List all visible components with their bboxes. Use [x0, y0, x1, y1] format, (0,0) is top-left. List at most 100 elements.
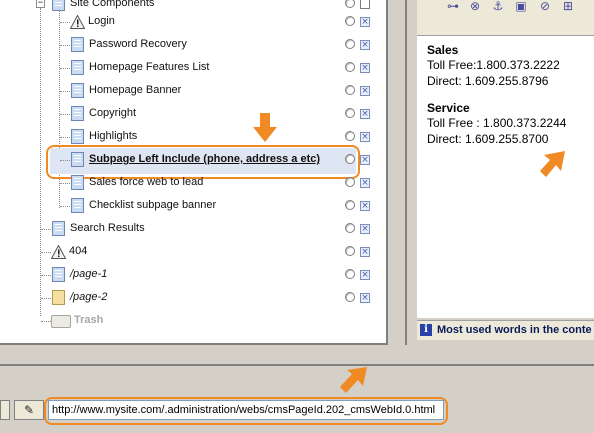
trash-icon — [51, 315, 71, 328]
anchor-icon[interactable]: ⚓ — [490, 0, 506, 12]
page-icon — [52, 267, 65, 282]
sales-toll-free: Toll Free:1.800.373.2222 — [427, 58, 560, 72]
tree-branch-line — [60, 114, 70, 115]
tree-branch-line — [41, 321, 51, 322]
delete-icon[interactable]: × — [360, 17, 370, 27]
tree-row-homepage-features-list[interactable]: Homepage Features List × — [0, 57, 386, 79]
tree-label: Login — [88, 15, 115, 27]
tree-label: Copyright — [89, 107, 137, 119]
delete-icon[interactable]: × — [360, 201, 370, 211]
delete-icon[interactable]: × — [360, 63, 370, 73]
tree-row-sales-force[interactable]: Sales force web to lead × — [0, 172, 386, 194]
tree-row-homepage-banner[interactable]: Homepage Banner × — [0, 80, 386, 102]
preview-status-bar: i Most used words in the conte — [417, 320, 594, 340]
page-icon — [71, 83, 84, 98]
tree-row-password-recovery[interactable]: Password Recovery × — [0, 34, 386, 56]
tree-row-search-results[interactable]: Search Results × — [0, 218, 386, 240]
tree-label: Password Recovery — [89, 38, 187, 50]
edit-url-icon[interactable]: ✎ — [14, 400, 44, 420]
publish-radio[interactable] — [345, 0, 355, 8]
tree-row-copyright[interactable]: Copyright × — [0, 103, 386, 125]
delete-icon[interactable]: × — [360, 247, 370, 257]
link-icon[interactable]: ⊶ — [445, 0, 461, 12]
tree-branch-line — [60, 68, 70, 69]
publish-radio[interactable] — [345, 200, 355, 210]
select-checkbox[interactable] — [360, 0, 370, 9]
tree-row-trash[interactable]: Trash — [0, 310, 386, 332]
publish-radio[interactable] — [345, 177, 355, 187]
tree-label: /page-2 — [70, 291, 108, 303]
sales-direct: Direct: 1.609.255.8796 — [427, 74, 549, 88]
tree-branch-line — [41, 229, 51, 230]
info-icon: i — [420, 324, 432, 336]
table-icon[interactable]: ⊞ — [560, 0, 576, 12]
tree-row-login[interactable]: Login × — [0, 11, 386, 33]
delete-icon[interactable]: × — [360, 224, 370, 234]
publish-radio[interactable] — [345, 223, 355, 233]
tree-branch-line — [41, 252, 51, 253]
flash-icon[interactable]: ⊘ — [537, 0, 553, 12]
tree-label: 404 — [69, 245, 88, 257]
tree-branch-line — [41, 275, 51, 276]
tree-branch-line — [41, 298, 51, 299]
bottom-bar: ✎ http://www.mysite.com/.administration/… — [0, 366, 594, 433]
tree-row-page-1[interactable]: /page-1 × — [0, 264, 386, 286]
delete-icon[interactable]: × — [360, 270, 370, 280]
tree-row-page-2[interactable]: /page-2 × — [0, 287, 386, 309]
page-icon — [71, 175, 84, 190]
delete-icon[interactable]: × — [360, 40, 370, 50]
toolbar-button[interactable] — [0, 400, 10, 420]
page-icon — [71, 106, 84, 121]
tree-branch-line — [60, 45, 70, 46]
service-toll-free: Toll Free : 1.800.373.2244 — [427, 116, 567, 130]
delete-icon[interactable]: × — [360, 109, 370, 119]
tree-label: Checklist subpage banner — [89, 199, 217, 211]
warning-icon — [51, 245, 66, 259]
tree-branch-line — [60, 183, 70, 184]
tree-row-checklist-subpage-banner[interactable]: Checklist subpage banner × — [0, 195, 386, 217]
page-icon — [52, 0, 65, 11]
service-heading: Service — [427, 101, 470, 115]
delete-icon[interactable]: × — [360, 178, 370, 188]
pointer-arrow-icon — [253, 113, 277, 142]
page-icon — [52, 221, 65, 236]
tree-label: Homepage Features List — [89, 61, 210, 73]
publish-radio[interactable] — [345, 62, 355, 72]
pointer-arrow-icon — [540, 151, 565, 177]
publish-radio[interactable] — [345, 292, 355, 302]
delete-icon[interactable]: × — [360, 86, 370, 96]
highlight-outline — [44, 397, 448, 425]
delete-icon[interactable]: × — [360, 293, 370, 303]
image-icon[interactable]: ▣ — [513, 0, 529, 12]
page-icon — [71, 60, 84, 75]
delete-icon[interactable]: × — [360, 132, 370, 142]
tree-label: Trash — [74, 314, 104, 326]
delete-icon[interactable]: × — [360, 155, 370, 165]
site-tree-panel: − Site Components Login × Password Recov… — [0, 0, 388, 345]
page-icon — [71, 198, 84, 213]
preview-toolbar: ⊶ ⊗ ⚓ ▣ ⊘ ⊞ — [417, 0, 594, 36]
tree-label: Search Results — [70, 222, 145, 234]
tree-row-404[interactable]: 404 × — [0, 241, 386, 263]
publish-radio[interactable] — [345, 85, 355, 95]
warning-icon — [70, 15, 85, 29]
publish-radio[interactable] — [345, 131, 355, 141]
tree-label: Site Components — [70, 0, 155, 9]
collapse-toggle[interactable]: − — [36, 0, 45, 8]
publish-radio[interactable] — [345, 39, 355, 49]
tree-label: Highlights — [89, 130, 138, 142]
page-icon — [71, 37, 84, 52]
tree-branch-line — [60, 91, 70, 92]
preview-content[interactable]: Sales Toll Free:1.800.373.2222 Direct: 1… — [417, 36, 594, 318]
service-direct: Direct: 1.609.255.8700 — [427, 132, 549, 146]
tree-branch-line — [60, 137, 70, 138]
page-icon — [71, 129, 84, 144]
status-text: Most used words in the conte — [437, 324, 592, 336]
publish-radio[interactable] — [345, 246, 355, 256]
publish-radio[interactable] — [345, 108, 355, 118]
preview-panel: ⊶ ⊗ ⚓ ▣ ⊘ ⊞ Sales Toll Free:1.800.373.22… — [405, 0, 594, 345]
publish-radio[interactable] — [345, 269, 355, 279]
tree-label: Sales force web to lead — [89, 176, 204, 188]
unlink-icon[interactable]: ⊗ — [467, 0, 483, 12]
publish-radio[interactable] — [345, 16, 355, 26]
